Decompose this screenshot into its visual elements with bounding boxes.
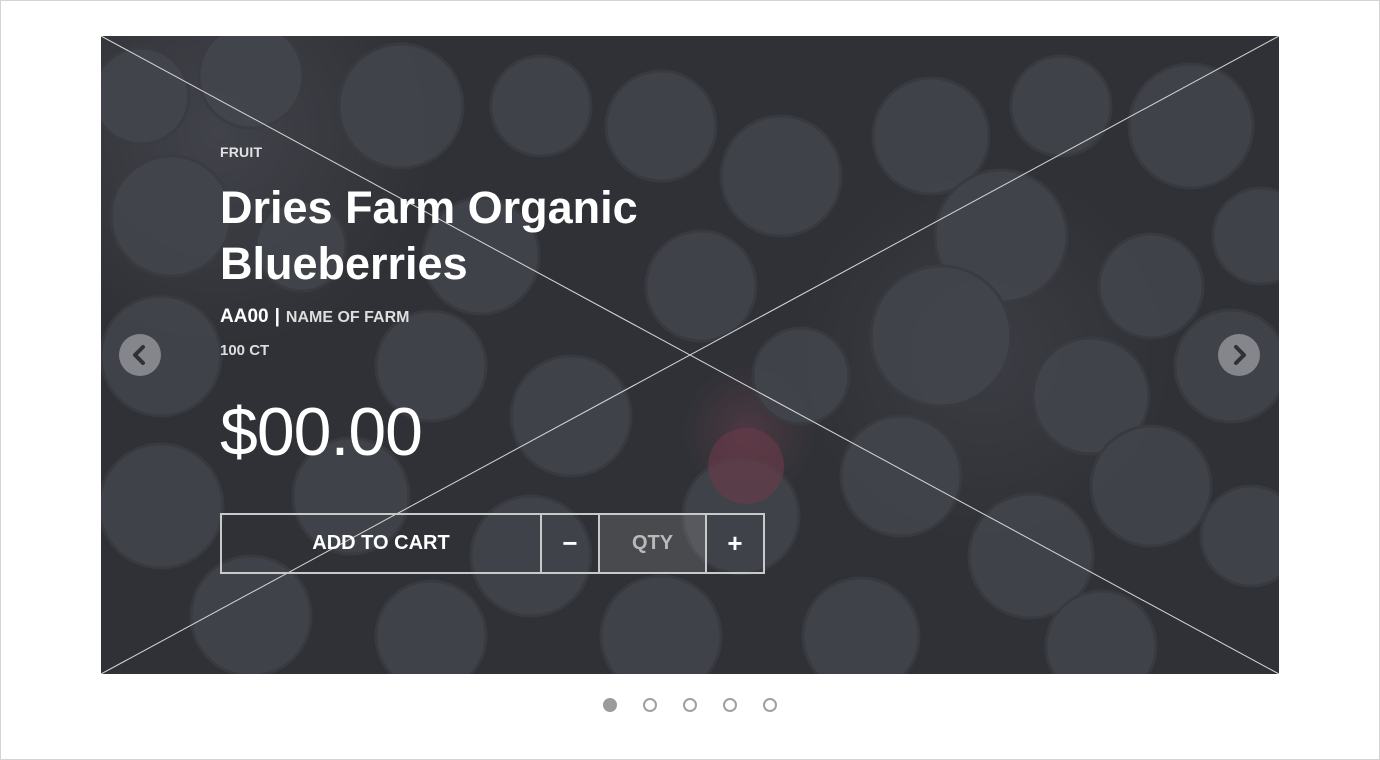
next-slide-button[interactable] bbox=[1218, 334, 1260, 376]
previous-slide-button[interactable] bbox=[119, 334, 161, 376]
product-title: Dries Farm Organic Blueberries bbox=[220, 182, 638, 289]
add-to-cart-button[interactable]: ADD TO CART bbox=[222, 515, 542, 572]
decrease-quantity-button[interactable]: − bbox=[542, 515, 600, 572]
carousel-dot-5[interactable] bbox=[763, 698, 777, 712]
quantity-input[interactable] bbox=[600, 515, 707, 572]
meta-separator: | bbox=[274, 306, 280, 327]
product-meta: AA00 | NAME OF FARM bbox=[220, 306, 740, 328]
product-count: 100 CT bbox=[220, 342, 270, 359]
product-info: FRUIT Dries Farm Organic Blueberries AA0… bbox=[220, 144, 740, 471]
carousel-dot-3[interactable] bbox=[683, 698, 697, 712]
product-price: $00.00 bbox=[220, 394, 423, 470]
carousel-pagination bbox=[603, 698, 777, 712]
carousel-dot-1[interactable] bbox=[603, 698, 617, 712]
hero-carousel: FRUIT Dries Farm Organic Blueberries AA0… bbox=[101, 36, 1279, 674]
increase-quantity-button[interactable]: + bbox=[707, 515, 763, 572]
product-category: FRUIT bbox=[220, 144, 263, 160]
add-to-cart-controls: ADD TO CART − + bbox=[220, 513, 765, 574]
farm-name: NAME OF FARM bbox=[285, 309, 410, 326]
chevron-left-icon bbox=[133, 345, 145, 365]
carousel-dot-4[interactable] bbox=[723, 698, 737, 712]
carousel-dot-2[interactable] bbox=[643, 698, 657, 712]
chevron-right-icon bbox=[1234, 345, 1246, 365]
product-sku: AA00 bbox=[220, 306, 269, 327]
